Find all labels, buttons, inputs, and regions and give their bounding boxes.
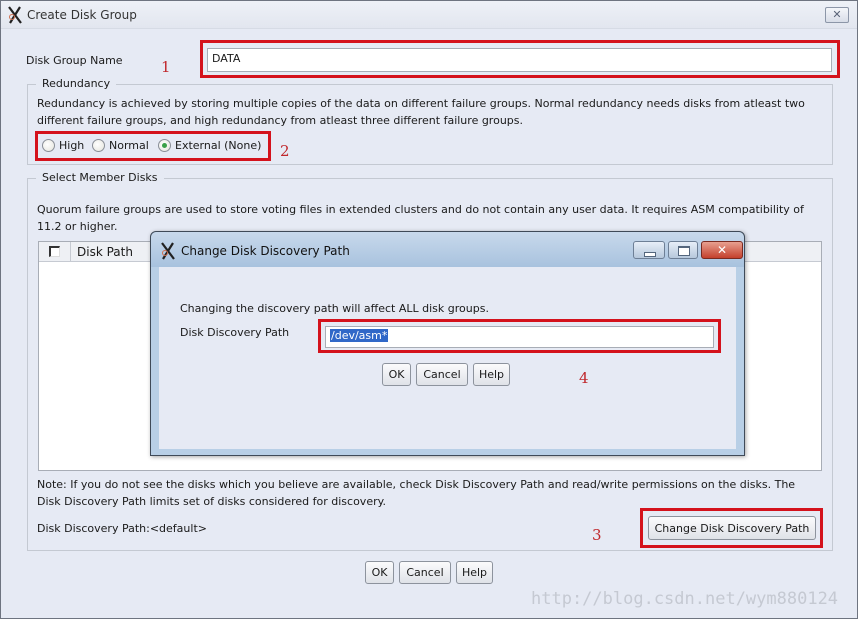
dialog-title: Change Disk Discovery Path <box>181 244 350 258</box>
cancel-button[interactable]: Cancel <box>399 561 451 584</box>
ok-button[interactable]: OK <box>365 561 394 584</box>
member-disks-description: Quorum failure groups are used to store … <box>37 201 804 235</box>
column-header-disk-path[interactable]: Disk Path <box>77 245 133 259</box>
redundancy-description-line: Redundancy is achieved by storing multip… <box>37 97 805 110</box>
select-all-checkbox[interactable] <box>49 246 60 257</box>
dialog-message: Changing the discovery path will affect … <box>180 302 489 315</box>
x-app-icon <box>161 242 175 260</box>
help-button[interactable]: Help <box>456 561 493 584</box>
dialog-ok-label: OK <box>388 368 405 381</box>
discovery-note-line: Note: If you do not see the disks which … <box>37 478 796 491</box>
close-button[interactable]: ✕ <box>825 7 849 23</box>
cancel-label: Cancel <box>406 566 444 579</box>
dialog-close-button[interactable]: ✕ <box>701 241 743 259</box>
dialog-title-bar: Change Disk Discovery Path ✕ <box>151 232 744 267</box>
close-icon: ✕ <box>832 8 842 21</box>
disk-group-name-value: DATA <box>212 52 241 65</box>
dialog-ok-button[interactable]: OK <box>382 363 411 386</box>
member-disks-description-line: Quorum failure groups are used to store … <box>37 203 804 216</box>
dialog-help-button[interactable]: Help <box>473 363 510 386</box>
close-icon: ✕ <box>716 243 728 257</box>
redundancy-description-line: different failure groups, and high redun… <box>37 114 524 127</box>
minimize-button[interactable] <box>633 241 665 259</box>
maximize-button[interactable] <box>668 241 698 259</box>
dialog-cancel-button[interactable]: Cancel <box>416 363 468 386</box>
ok-label: OK <box>371 566 388 579</box>
discovery-path-label: Disk Discovery Path <box>180 326 290 339</box>
member-disks-title: Select Member Disks <box>36 171 164 184</box>
dialog-body: Changing the discovery path will affect … <box>159 267 736 449</box>
annotation-step-4: 4 <box>579 369 589 387</box>
select-all-header-cell <box>39 242 71 262</box>
dialog-cancel-label: Cancel <box>423 368 461 381</box>
dialog-help-label: Help <box>478 368 505 381</box>
disk-group-name-label: Disk Group Name <box>26 54 123 67</box>
redundancy-description: Redundancy is achieved by storing multip… <box>37 95 805 129</box>
annotation-step-1: 1 <box>161 58 171 76</box>
annotation-highlight-2 <box>35 131 271 161</box>
redundancy-title: Redundancy <box>36 77 117 90</box>
annotation-step-2: 2 <box>280 142 290 160</box>
window-title: Create Disk Group <box>27 8 137 22</box>
annotation-step-3: 3 <box>592 526 602 544</box>
disk-group-name-input[interactable]: DATA <box>207 48 832 72</box>
discovery-note: Note: If you do not see the disks which … <box>37 476 795 510</box>
discovery-path-value: /dev/asm* <box>330 329 389 342</box>
watermark: http://blog.csdn.net/wym880124 <box>531 589 839 609</box>
x-app-icon <box>8 6 22 24</box>
change-discovery-path-dialog: Change Disk Discovery Path ✕ Changing th… <box>150 231 745 456</box>
help-label: Help <box>461 566 488 579</box>
title-bar: Create Disk Group ✕ <box>1 1 857 29</box>
discovery-path-input[interactable]: /dev/asm* <box>325 326 714 348</box>
annotation-highlight-3 <box>640 508 823 548</box>
discovery-path-status: Disk Discovery Path:<default> <box>37 522 207 535</box>
